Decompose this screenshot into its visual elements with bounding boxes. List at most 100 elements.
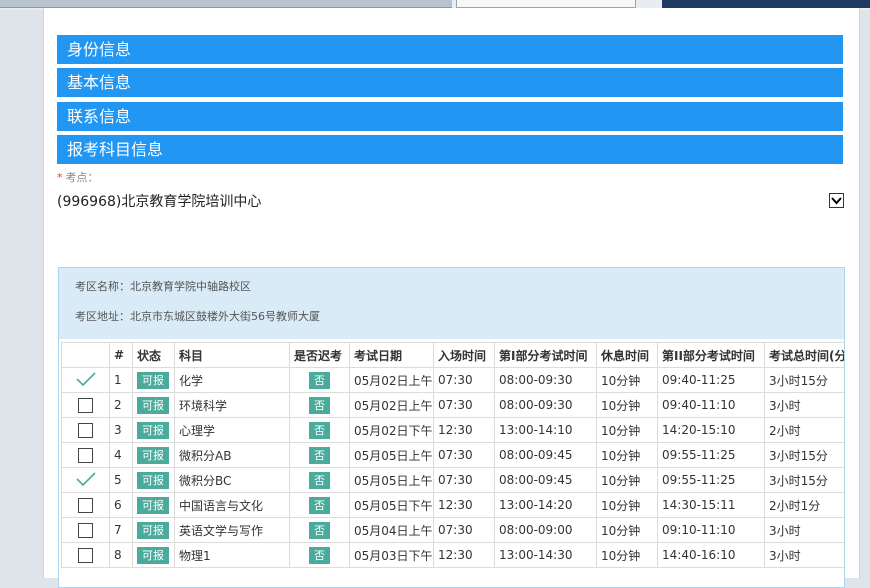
subjects-table: # 状态 科目 是否迟考 考试日期 入场时间 第I部分考试时间 休息时间 第II… <box>61 342 844 568</box>
table-row[interactable]: 5 可报 微积分BC 否 05月05日上午 07:30 08:00-09:45 10分钟 09:… <box>61 467 844 493</box>
total-time: 2小时 <box>764 417 844 443</box>
entry-time: 12:30 <box>433 492 495 518</box>
section-identity[interactable]: 身份信息 <box>57 35 843 64</box>
part1-time: 13:00-14:30 <box>494 542 597 568</box>
checkmark-icon[interactable] <box>75 371 96 389</box>
window-strip <box>0 0 452 8</box>
row-checkbox[interactable] <box>78 422 93 438</box>
required-mark: * <box>57 171 63 184</box>
header-late: 是否迟考 <box>289 342 350 368</box>
select-cell[interactable] <box>61 517 110 543</box>
part2-time: 09:55-11:25 <box>657 467 765 493</box>
late-badge: 否 <box>309 471 330 489</box>
exam-date: 05月04日上午 <box>349 517 434 543</box>
entry-time: 07:30 <box>433 367 495 393</box>
total-time: 3小时15分 <box>764 442 844 468</box>
exam-date: 05月05日上午 <box>349 467 434 493</box>
part1-time: 08:00-09:45 <box>494 467 597 493</box>
exam-date: 05月02日下午 <box>349 417 434 443</box>
subject-name: 心理学 <box>174 417 290 443</box>
select-cell[interactable] <box>61 492 110 518</box>
entry-time: 07:30 <box>433 467 495 493</box>
rest-time: 10分钟 <box>596 442 658 468</box>
part2-time: 14:20-15:10 <box>657 417 765 443</box>
part2-time: 09:40-11:10 <box>657 392 765 418</box>
table-row[interactable]: 7 可报 英语文学与写作 否 05月04日上午 07:30 08:00-09:00 10分钟 0… <box>61 517 844 543</box>
header-date: 考试日期 <box>349 342 434 368</box>
row-number: 7 <box>109 517 133 543</box>
total-time: 2小时1分 <box>764 492 844 518</box>
table-row[interactable]: 3 可报 心理学 否 05月02日下午 12:30 13:00-14:10 10分钟 14:20… <box>61 417 844 443</box>
rest-time: 10分钟 <box>596 367 658 393</box>
header-subject: 科目 <box>174 342 290 368</box>
table-row[interactable]: 8 可报 物理1 否 05月03日下午 12:30 13:00-14:30 10分钟 14:40… <box>61 542 844 568</box>
total-time: 3小时15分 <box>764 467 844 493</box>
row-checkbox[interactable] <box>78 397 93 413</box>
status-cell: 可报 <box>132 417 175 443</box>
part1-time: 08:00-09:30 <box>494 367 597 393</box>
select-cell[interactable] <box>61 367 110 393</box>
select-cell[interactable] <box>61 542 110 568</box>
late-cell: 否 <box>289 417 350 443</box>
late-cell: 否 <box>289 442 350 468</box>
select-cell[interactable] <box>61 442 110 468</box>
late-cell: 否 <box>289 517 350 543</box>
table-row[interactable]: 6 可报 中国语言与文化 否 05月05日下午 12:30 13:00-14:20 10分钟 1… <box>61 492 844 518</box>
row-checkbox[interactable] <box>78 497 93 513</box>
status-cell: 可报 <box>132 392 175 418</box>
total-time: 3小时 <box>764 392 844 418</box>
select-cell[interactable] <box>61 417 110 443</box>
status-badge: 可报 <box>137 496 169 514</box>
late-cell: 否 <box>289 392 350 418</box>
status-cell: 可报 <box>132 517 175 543</box>
header-total: 考试总时间(分 <box>764 342 844 368</box>
rest-time: 10分钟 <box>596 517 658 543</box>
table-header-row: # 状态 科目 是否迟考 考试日期 入场时间 第I部分考试时间 休息时间 第II… <box>61 342 844 368</box>
header-no: # <box>109 342 133 368</box>
rest-time: 10分钟 <box>596 417 658 443</box>
exam-site-label-text: 考点： <box>65 171 99 184</box>
late-badge: 否 <box>309 496 330 514</box>
header-status: 状态 <box>132 342 175 368</box>
row-checkbox[interactable] <box>78 547 93 563</box>
exam-date: 05月05日下午 <box>349 492 434 518</box>
exam-area-info: 考区名称：北京教育学院中轴路校区 考区地址：北京市东城区鼓楼外大街56号教师大厦 <box>59 268 844 339</box>
section-contact[interactable]: 联系信息 <box>57 102 843 131</box>
section-basic[interactable]: 基本信息 <box>57 68 843 97</box>
chevron-down-icon[interactable] <box>829 193 844 208</box>
status-badge: 可报 <box>137 396 169 414</box>
exam-date: 05月02日上午 <box>349 392 434 418</box>
late-badge: 否 <box>309 546 330 564</box>
status-badge: 可报 <box>137 521 169 539</box>
late-badge: 否 <box>309 521 330 539</box>
table-row[interactable]: 2 可报 环境科学 否 05月02日上午 07:30 08:00-09:30 10分钟 09:4… <box>61 392 844 418</box>
header-select <box>61 342 110 368</box>
rest-time: 10分钟 <box>596 542 658 568</box>
part2-time: 09:40-11:25 <box>657 367 765 393</box>
table-row[interactable]: 1 可报 化学 否 05月02日上午 07:30 08:00-09:30 10分钟 09:40-… <box>61 367 844 393</box>
row-checkbox[interactable] <box>78 522 93 538</box>
select-cell[interactable] <box>61 392 110 418</box>
entry-time: 07:30 <box>433 442 495 468</box>
header-part2: 第II部分考试时间 <box>657 342 765 368</box>
part1-time: 08:00-09:00 <box>494 517 597 543</box>
table-row[interactable]: 4 可报 微积分AB 否 05月05日上午 07:30 08:00-09:45 10分钟 09:… <box>61 442 844 468</box>
rest-time: 10分钟 <box>596 467 658 493</box>
row-checkbox[interactable] <box>78 447 93 463</box>
exam-site-label: * 考点： <box>57 169 99 185</box>
exam-site-select[interactable]: (996968)北京教育学院培训中心 <box>57 191 844 213</box>
exam-site-value: (996968)北京教育学院培训中心 <box>57 194 262 210</box>
section-subjects[interactable]: 报考科目信息 <box>57 135 843 164</box>
row-number: 5 <box>109 467 133 493</box>
subject-name: 微积分AB <box>174 442 290 468</box>
title-strip <box>662 0 870 8</box>
late-cell: 否 <box>289 467 350 493</box>
status-cell: 可报 <box>132 442 175 468</box>
part1-time: 13:00-14:20 <box>494 492 597 518</box>
exam-area-address: 考区地址：北京市东城区鼓楼外大街56号教师大厦 <box>75 310 320 323</box>
checkmark-icon[interactable] <box>75 471 96 489</box>
status-badge: 可报 <box>137 371 169 389</box>
select-cell[interactable] <box>61 467 110 493</box>
late-cell: 否 <box>289 542 350 568</box>
row-number: 6 <box>109 492 133 518</box>
